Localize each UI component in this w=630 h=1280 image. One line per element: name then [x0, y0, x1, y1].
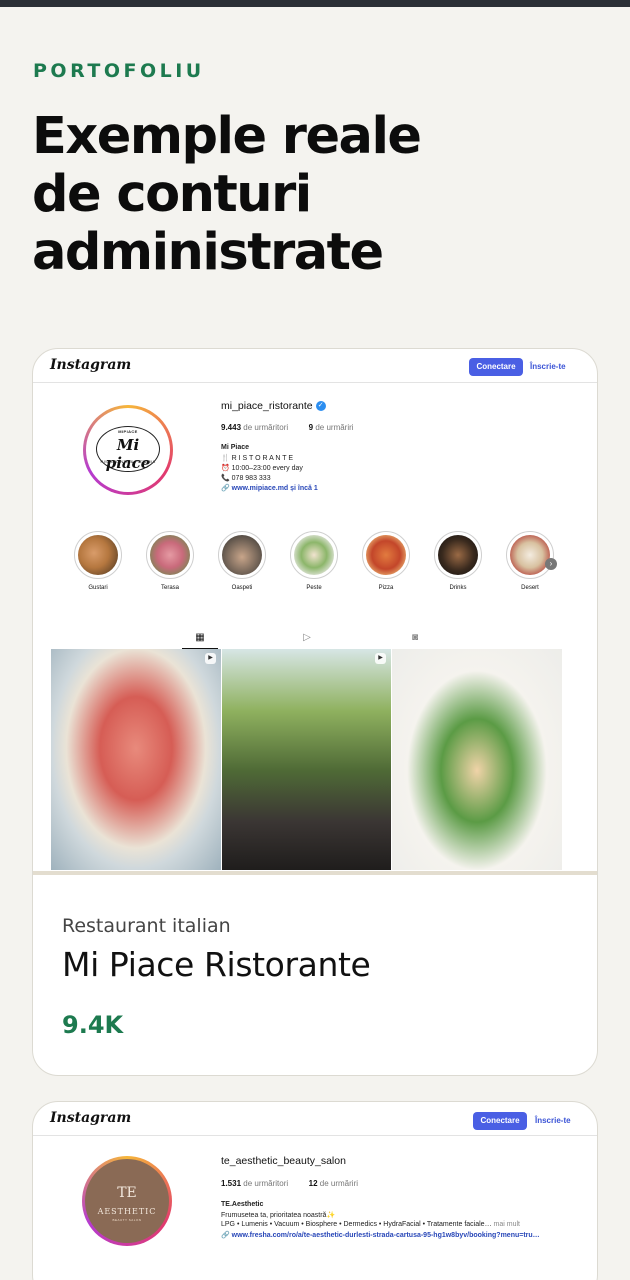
bio-link[interactable]: 🔗 www.fresha.com/ro/a/te-aesthetic-durle… [221, 1231, 540, 1239]
connect-button[interactable]: Conectare [473, 1112, 527, 1130]
chevron-right-icon[interactable]: › [545, 558, 557, 570]
mi-piace-logo: MIPIACE Mi piace RISTORANTE & PIZZERIA [96, 426, 160, 472]
highlight-thumbnail [78, 535, 118, 575]
card-divider [33, 871, 597, 875]
avatar-background: MIPIACE Mi piace RISTORANTE & PIZZERIA [86, 408, 170, 492]
profile-avatar[interactable]: MIPIACE Mi piace RISTORANTE & PIZZERIA [83, 405, 173, 495]
highlight-ring [146, 531, 194, 579]
profile-handle[interactable]: te_aesthetic_beauty_salon [221, 1155, 346, 1167]
signup-link[interactable]: Înscrie-te [530, 362, 566, 371]
highlight-label: Drinks [449, 585, 467, 591]
highlight-ring [434, 531, 482, 579]
tagged-icon[interactable]: ◙ [397, 629, 433, 649]
bio-line-2-row: LPG • Lumenis • Vacuum • Biosphere • Der… [221, 1221, 520, 1228]
logo-sub-text: RISTORANTE & PIZZERIA [100, 459, 156, 464]
signup-link[interactable]: Înscrie-te [535, 1116, 571, 1125]
bio-line-1: 🍴 R I S T O R A N T E [221, 455, 293, 462]
highlight-label: Pizza [378, 585, 394, 591]
portfolio-card-te-aesthetic[interactable]: Instagram Conectare Înscrie-te TE AESTHE… [32, 1101, 598, 1280]
instagram-logo: Instagram [50, 1110, 132, 1126]
highlight-ring [506, 531, 554, 579]
highlight-label: Terasa [160, 585, 179, 591]
verified-badge-icon: ✓ [315, 401, 326, 412]
followers-label: de urmăritori [243, 1179, 289, 1188]
logo-word: AESTHETIC [97, 1207, 157, 1216]
bio-name: Mi Piace [221, 444, 250, 451]
highlight-ring [74, 531, 122, 579]
instagram-header: Instagram Conectare Înscrie-te [33, 1102, 597, 1136]
followers-count[interactable]: 1.531 [221, 1179, 241, 1188]
instagram-logo: Instagram [50, 357, 132, 373]
profile-tabs: ▦ ▷ ◙ [33, 629, 597, 649]
post-thumbnail[interactable] [392, 649, 562, 870]
client-name: Mi Piace Ristorante [62, 945, 371, 984]
logo-top-text: MIPIACE [118, 429, 138, 434]
top-bar [0, 0, 630, 7]
logo-monogram: TE [117, 1185, 137, 1201]
profile-handle[interactable]: mi_piace_ristorante [221, 400, 313, 412]
client-followers: 9.4K [62, 1011, 124, 1039]
section-eyebrow: PORTOFOLIU [33, 60, 205, 82]
highlight-thumbnail [366, 535, 406, 575]
post-thumbnail[interactable]: ▶ [51, 649, 221, 870]
highlight-thumbnail [438, 535, 478, 575]
highlight-label: Oaspeti [231, 585, 253, 591]
highlight-gustari[interactable]: Gustari [68, 531, 128, 591]
reel-icon: ▶ [375, 653, 386, 664]
logo-tagline: BEAUTY SALON [112, 1218, 142, 1222]
highlight-label: Gustari [88, 585, 108, 591]
following-label: de urmăriri [315, 423, 354, 432]
highlight-ring [218, 531, 266, 579]
profile-avatar[interactable]: TE AESTHETIC BEAUTY SALON [82, 1156, 172, 1246]
highlight-thumbnail [510, 535, 550, 575]
headline-line-3: administrate [32, 223, 384, 282]
bio-line-2: LPG • Lumenis • Vacuum • Biosphere • Der… [221, 1221, 492, 1228]
following-count[interactable]: 12 [309, 1179, 318, 1188]
bio-line-2: ⏰ 10:00–23:00 every day [221, 465, 303, 472]
highlight-label: Desert [521, 585, 539, 591]
logo-main-text: Mi piace [105, 436, 151, 472]
highlight-drinks[interactable]: Drinks [428, 531, 488, 591]
following-count[interactable]: 9 [309, 423, 313, 432]
highlight-oaspeti[interactable]: Oaspeti [212, 531, 272, 591]
grid-icon[interactable]: ▦ [182, 629, 218, 649]
bio-line-3: 📞 078 983 333 [221, 475, 271, 482]
highlight-ring [290, 531, 338, 579]
bio-more-link[interactable]: mai mult [494, 1221, 520, 1228]
profile-stats: 9.443 de urmăritori 9 de urmăriri [221, 423, 354, 432]
te-aesthetic-logo: TE AESTHETIC BEAUTY SALON [85, 1159, 169, 1243]
following-label: de urmăriri [319, 1179, 359, 1188]
instagram-header: Instagram Conectare Înscrie-te [33, 349, 597, 383]
highlight-ring [362, 531, 410, 579]
reels-icon[interactable]: ▷ [289, 629, 325, 649]
bio-name: TE.Aesthetic [221, 1201, 264, 1208]
profile-stats: 1.531 de urmăritori 12 de urmăriri [221, 1179, 358, 1188]
headline-line-1: Exemple reale [32, 107, 422, 166]
post-thumbnail[interactable]: ▶ [222, 649, 391, 870]
highlight-label: Peste [306, 585, 322, 591]
connect-button[interactable]: Conectare [469, 358, 523, 376]
highlight-pizza[interactable]: Pizza [356, 531, 416, 591]
highlight-thumbnail [222, 535, 262, 575]
bio-link[interactable]: 🔗 www.mipiace.md și încă 1 [221, 484, 318, 492]
client-category: Restaurant italian [62, 915, 231, 937]
bio-line-1: Frumusetea ta, prioritatea noastră✨ [221, 1212, 336, 1219]
followers-label: de urmăritori [243, 423, 289, 432]
followers-count[interactable]: 9.443 [221, 423, 241, 432]
headline-line-2: de conturi [32, 165, 312, 224]
portfolio-card-mi-piace[interactable]: Instagram Conectare Înscrie-te MIPIACE M… [32, 348, 598, 1076]
reel-icon: ▶ [205, 653, 216, 664]
profile-handle-row: mi_piace_ristorante ✓ [221, 400, 326, 412]
highlight-terasa[interactable]: Terasa [140, 531, 200, 591]
highlight-thumbnail [150, 535, 190, 575]
section-headline: Exemple reale de conturi administrate [32, 108, 572, 282]
highlight-peste[interactable]: Peste [284, 531, 344, 591]
highlight-thumbnail [294, 535, 334, 575]
